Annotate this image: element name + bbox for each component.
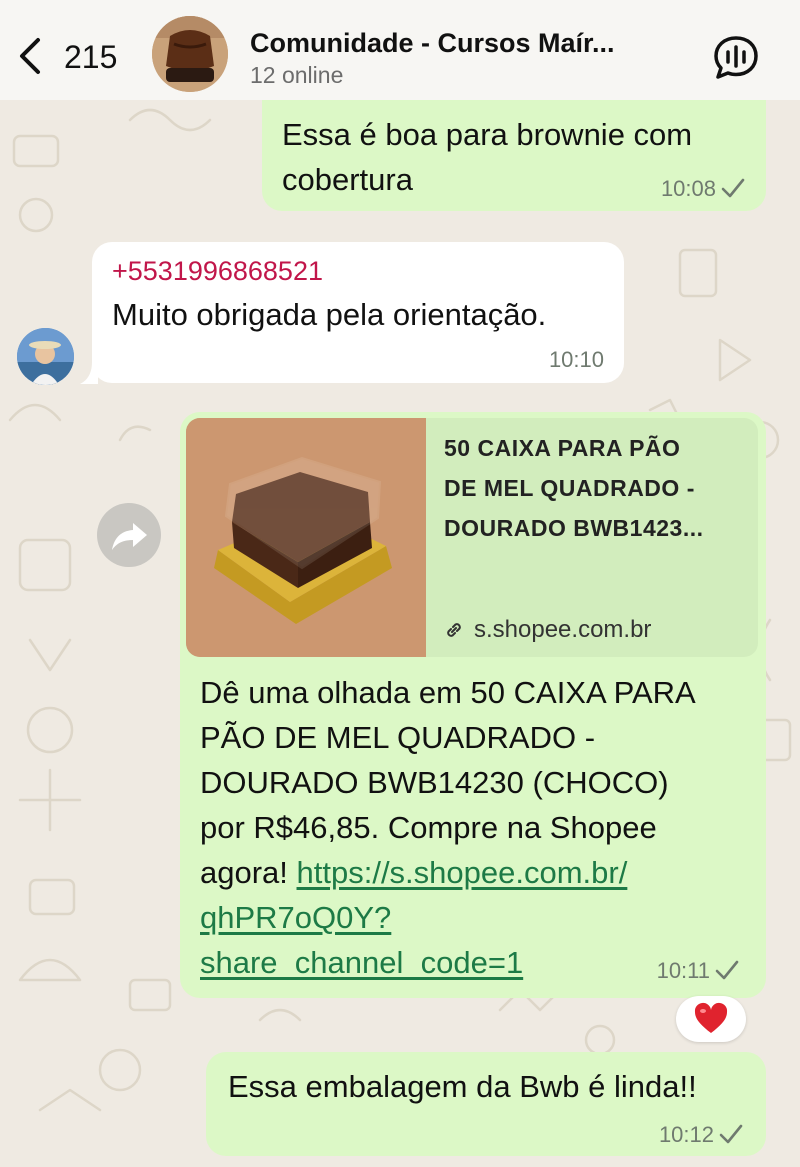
back-button[interactable] <box>14 36 46 76</box>
message-time: 10:08 <box>660 176 716 201</box>
preview-title-line: 50 CAIXA PARA PÃO <box>444 435 681 461</box>
chat-title[interactable]: Comunidade - Cursos Maír... <box>250 28 615 59</box>
message-text: agora! <box>200 855 297 890</box>
single-check-icon <box>719 1124 743 1144</box>
message-bubble-outgoing[interactable]: 50 CAIXA PARA PÃO DE MEL QUADRADO - DOUR… <box>180 412 766 998</box>
preview-title-line: DOURADO BWB1423... <box>444 515 704 541</box>
sender-name[interactable]: +5531996868521 <box>112 256 323 287</box>
message-time: 10:10 <box>548 347 604 372</box>
voice-chat-button[interactable] <box>712 34 760 82</box>
message-bubble-outgoing[interactable]: Essa embalagem da Bwb é linda!! 10:12 <box>206 1052 766 1156</box>
preview-domain: s.shopee.com.br <box>444 616 651 644</box>
product-image <box>186 418 426 657</box>
message-time: 10:11 <box>656 958 710 983</box>
message-text: Muito obrigada pela orientação. <box>112 297 547 332</box>
group-avatar-image <box>152 16 228 92</box>
message-text: Essa é boa para brownie com <box>282 117 693 152</box>
online-status: 12 online <box>250 62 344 88</box>
forward-icon <box>112 523 147 550</box>
group-avatar[interactable] <box>152 16 228 92</box>
message-link[interactable]: qhPR7oQ0Y? <box>200 900 391 935</box>
forward-button[interactable] <box>97 503 161 567</box>
message-bubble-incoming[interactable]: +5531996868521 Muito obrigada pela orien… <box>92 242 624 383</box>
message-link[interactable]: https://s.shopee.com.br/ <box>297 855 628 890</box>
heart-icon <box>694 1002 728 1033</box>
sender-avatar-image <box>17 328 74 385</box>
message-text: Essa embalagem da Bwb é linda!! <box>228 1069 697 1104</box>
preview-title-line: DE MEL QUADRADO - <box>444 475 695 501</box>
unread-count[interactable]: 215 <box>64 39 117 76</box>
bubble-tail <box>80 362 98 384</box>
reaction-badge[interactable] <box>676 996 746 1042</box>
message-meta: 10:08 <box>661 176 746 202</box>
message-link[interactable]: share_channel_code=1 <box>200 945 523 980</box>
message-text: Dê uma olhada em 50 CAIXA PARA <box>200 675 696 710</box>
link-icon <box>447 623 461 637</box>
link-preview[interactable]: 50 CAIXA PARA PÃO DE MEL QUADRADO - DOUR… <box>186 418 758 657</box>
message-meta: 10:11 <box>657 958 740 984</box>
sender-avatar[interactable] <box>17 328 74 385</box>
single-check-icon <box>715 960 739 980</box>
preview-title: 50 CAIXA PARA PÃO DE MEL QUADRADO - DOUR… <box>444 428 744 548</box>
chevron-left-icon <box>20 38 40 74</box>
message-meta: 10:12 <box>659 1122 744 1148</box>
message-body: Dê uma olhada em 50 CAIXA PARA PÃO DE ME… <box>200 670 760 985</box>
message-time: 10:12 <box>658 1122 714 1147</box>
message-text: PÃO DE MEL QUADRADO - <box>200 720 596 755</box>
message-text: por R$46,85. Compre na Shopee <box>200 810 657 845</box>
message-text: DOURADO BWB14230 (CHOCO) <box>200 765 669 800</box>
voice-chat-icon <box>714 36 758 79</box>
preview-domain-text: s.shopee.com.br <box>474 616 652 643</box>
single-check-icon <box>721 178 745 198</box>
chat-header: 215 Comunidade - Cursos Maír... 12 onlin… <box>0 0 800 100</box>
message-bubble-outgoing[interactable]: Essa é boa para brownie com cobertura 10… <box>262 100 766 211</box>
